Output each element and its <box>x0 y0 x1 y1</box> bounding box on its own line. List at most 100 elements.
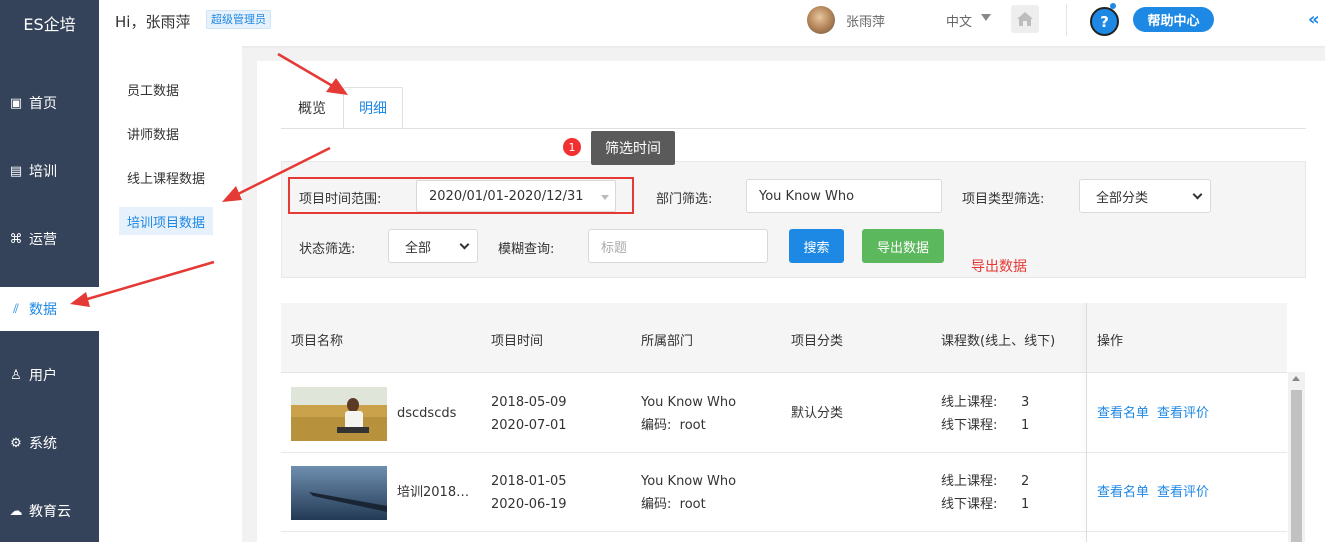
chevron-down-icon <box>1192 189 1203 200</box>
table-row: dscdscds 2018-05-09 2020-07-01 You Know … <box>281 374 1287 453</box>
export-button[interactable]: 导出数据 <box>862 229 944 263</box>
nav-item-label: 培训 <box>29 164 57 180</box>
home-button[interactable] <box>1011 5 1039 33</box>
brand-logo[interactable]: ES企培 <box>0 0 99 46</box>
top-bar: ES企培 Hi，张雨萍 超级管理员 张雨萍 中文 ? 帮助中心 « <box>0 0 1325 46</box>
chevron-down-icon[interactable] <box>981 14 991 21</box>
project-end-date: 2020-07-01 <box>491 418 567 433</box>
project-name[interactable]: 培训2018… <box>397 481 469 504</box>
fuzzy-search-label: 模糊查询: <box>498 242 555 257</box>
project-name[interactable]: dscdscds <box>397 402 456 425</box>
sub-nav: 员工数据 讲师数据 线上课程数据 培训项目数据 <box>99 46 242 542</box>
col-header-time: 项目时间 <box>491 334 544 349</box>
scroll-up-icon[interactable] <box>1292 376 1300 381</box>
tab-overview[interactable]: 概览 <box>281 87 343 129</box>
help-dot-icon <box>1110 3 1116 9</box>
table-header: 项目名称 项目时间 所属部门 项目分类 课程数(线上、线下) 操作 <box>281 303 1287 373</box>
view-list-link[interactable]: 查看名单 <box>1097 481 1149 504</box>
avatar[interactable] <box>807 6 835 34</box>
export-annotation: 导出数据 <box>971 259 1027 275</box>
project-end-date: 2020-06-19 <box>491 497 567 512</box>
dept-filter-input[interactable]: You Know Who <box>746 179 942 213</box>
status-filter-value: 全部 <box>405 240 432 256</box>
operations-icon: ⌘ <box>9 231 23 247</box>
online-course-count: 3 <box>1021 395 1030 410</box>
project-thumbnail[interactable] <box>291 387 387 441</box>
training-icon: ▤ <box>9 163 23 179</box>
subnav-item-employee-data[interactable]: 员工数据 <box>119 75 187 103</box>
step-badge: 1 <box>563 138 581 156</box>
nav-item-home[interactable]: ▣ 首页 <box>0 83 99 123</box>
user-icon: ♙ <box>10 367 22 383</box>
subnav-item-online-course-data[interactable]: 线上课程数据 <box>119 163 213 191</box>
dept-filter-label: 部门筛选: <box>656 192 713 207</box>
status-filter-label: 状态筛选: <box>299 242 356 257</box>
project-table: 项目名称 项目时间 所属部门 项目分类 课程数(线上、线下) 操作 dscdsc… <box>281 303 1287 542</box>
data-icon: ⫽ <box>13 301 19 317</box>
view-review-link[interactable]: 查看评价 <box>1157 481 1209 504</box>
offline-course-count: 1 <box>1021 418 1030 433</box>
nav-item-operations[interactable]: ⌘ 运营 <box>0 219 99 259</box>
subnav-item-lecturer-data[interactable]: 讲师数据 <box>119 119 187 147</box>
search-button[interactable]: 搜索 <box>789 229 844 263</box>
col-header-courses: 课程数(线上、线下) <box>941 334 1056 349</box>
project-thumbnail[interactable] <box>291 466 387 520</box>
help-question-icon[interactable]: ? <box>1090 7 1119 36</box>
scrollbar-thumb[interactable] <box>1291 390 1302 542</box>
offline-course-label: 线下课程: <box>941 418 998 433</box>
project-dept: You Know Who <box>641 474 737 489</box>
nav-item-label: 运营 <box>29 232 57 248</box>
col-header-name: 项目名称 <box>291 334 344 349</box>
fuzzy-search-input[interactable]: 标题 <box>588 229 768 263</box>
project-start-date: 2018-05-09 <box>491 395 567 410</box>
subnav-item-training-project-data[interactable]: 培训项目数据 <box>119 207 214 235</box>
header-divider <box>1066 4 1067 36</box>
view-review-link[interactable]: 查看评价 <box>1157 402 1209 425</box>
type-filter-select[interactable]: 全部分类 <box>1079 179 1211 213</box>
table-scrollbar[interactable] <box>1288 372 1305 542</box>
nav-item-label: 首页 <box>29 96 57 112</box>
filter-time-tooltip: 筛选时间 <box>591 131 675 165</box>
project-category: 默认分类 <box>791 406 844 421</box>
online-course-label: 线上课程: <box>941 395 998 410</box>
col-header-category: 项目分类 <box>791 334 844 349</box>
nav-item-user[interactable]: ♙ 用户 <box>0 355 99 395</box>
nav-item-label: 教育云 <box>29 504 71 520</box>
nav-item-system[interactable]: ⚙ 系统 <box>0 423 99 463</box>
status-filter-select[interactable]: 全部 <box>388 229 478 263</box>
nav-item-cloud[interactable]: ☁ 教育云 <box>0 491 99 531</box>
dept-filter-value: You Know Who <box>759 188 855 204</box>
offline-course-label: 线下课程: <box>941 497 998 512</box>
user-name[interactable]: 张雨萍 <box>846 11 885 30</box>
type-filter-value: 全部分类 <box>1096 190 1149 206</box>
tabs-divider <box>281 128 1306 129</box>
role-badge: 超级管理员 <box>206 10 271 29</box>
nav-item-label: 数据 <box>29 302 57 318</box>
cloud-icon: ☁ <box>9 503 23 519</box>
project-dept: You Know Who <box>641 395 737 410</box>
fixed-column-divider <box>1086 303 1087 542</box>
fuzzy-search-placeholder: 标题 <box>601 240 628 256</box>
date-range-value: 2020/01/01-2020/12/31 <box>429 188 584 204</box>
language-selector[interactable]: 中文 <box>946 11 972 30</box>
nav-item-label: 用户 <box>29 368 57 384</box>
col-header-actions: 操作 <box>1097 334 1124 349</box>
nav-item-data[interactable]: ⫽ 数据 <box>0 287 99 331</box>
chevron-down-icon <box>459 239 470 250</box>
view-list-link[interactable]: 查看名单 <box>1097 402 1149 425</box>
nav-item-label: 系统 <box>29 436 57 452</box>
time-range-label: 项目时间范围: <box>299 192 382 207</box>
nav-item-training[interactable]: ▤ 培训 <box>0 151 99 191</box>
home-icon <box>1017 12 1033 26</box>
tab-detail[interactable]: 明细 <box>343 87 403 129</box>
type-filter-label: 项目类型筛选: <box>962 192 1045 207</box>
left-nav: ▣ 首页 ▤ 培训 ⌘ 运营 ⫽ 数据 ♙ 用户 ⚙ 系统 ☁ 教育云 <box>0 46 99 542</box>
online-course-label: 线上课程: <box>941 474 998 489</box>
help-center-button[interactable]: 帮助中心 <box>1133 7 1214 32</box>
collapse-icon[interactable]: « <box>1308 9 1320 30</box>
project-code: 编码: root <box>641 497 706 512</box>
date-range-picker[interactable]: 2020/01/01-2020/12/31 <box>416 180 616 212</box>
dashboard-icon: ▣ <box>9 95 23 111</box>
col-header-dept: 所属部门 <box>641 334 694 349</box>
project-code: 编码: root <box>641 418 706 433</box>
